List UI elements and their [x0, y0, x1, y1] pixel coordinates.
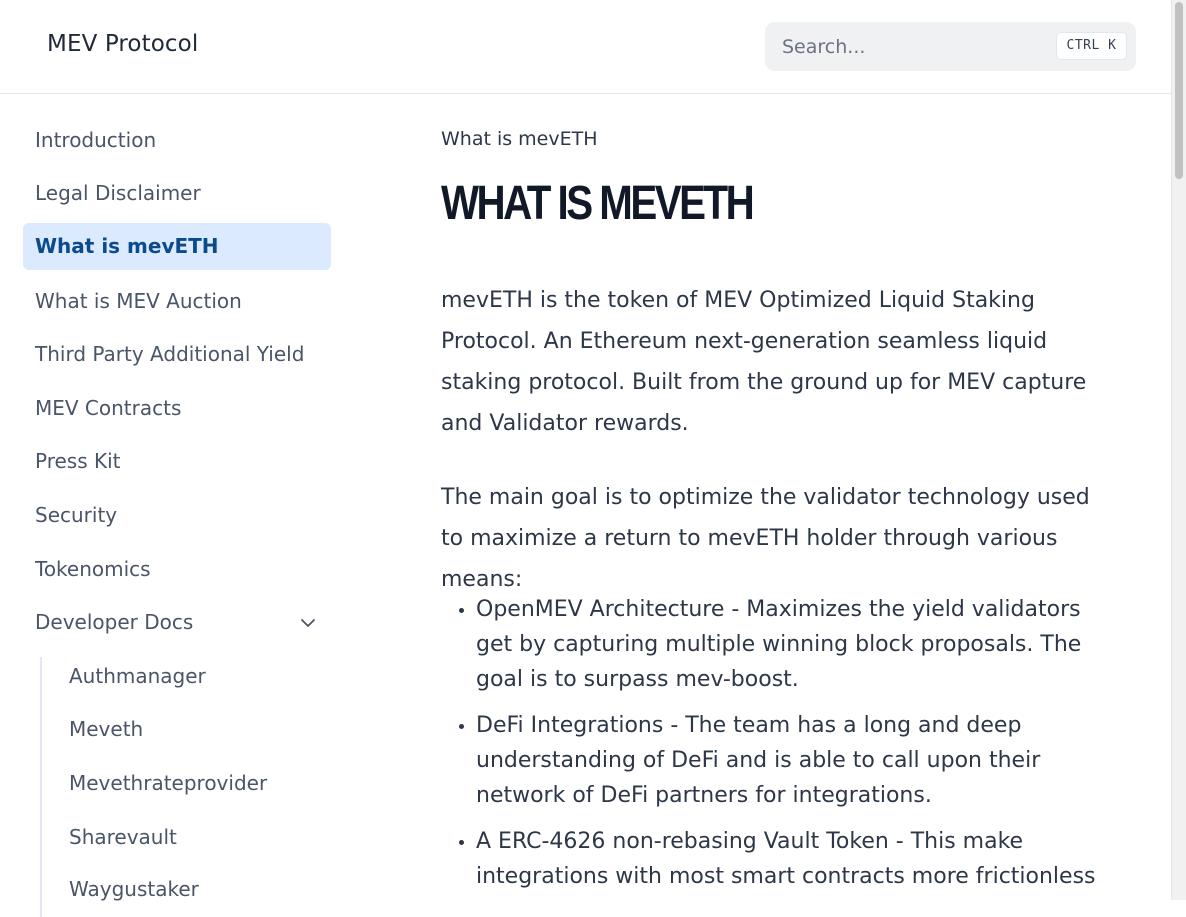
- main-content: What is mevETH What is mevETH mevETH is …: [441, 94, 1121, 900]
- sidebar-subitem-sharevault[interactable]: Sharevault: [58, 814, 331, 861]
- list-item: A ERC-4626 non-rebasing Vault Token - Th…: [476, 824, 1108, 894]
- top-header: MEV Protocol CTRL K: [0, 0, 1171, 94]
- sidebar-item-mev-contracts[interactable]: MEV Contracts: [23, 385, 331, 432]
- sidebar-item-third-party-additional-yield[interactable]: Third Party Additional Yield: [23, 331, 331, 378]
- search-box[interactable]: CTRL K: [765, 22, 1136, 71]
- site-brand[interactable]: MEV Protocol: [47, 31, 198, 57]
- sidebar-subitem-meveth[interactable]: Meveth: [58, 706, 331, 753]
- sidebar-item-what-is-mev-auction[interactable]: What is MEV Auction: [23, 278, 331, 325]
- scrollbar-thumb[interactable]: [1175, 2, 1183, 179]
- sidebar-subitem-waygustaker[interactable]: Waygustaker: [58, 866, 331, 913]
- sidebar-item-what-is-meveth[interactable]: What is mevETH: [23, 223, 331, 270]
- sidebar-item-security[interactable]: Security: [23, 492, 331, 539]
- sidebar-nav: Introduction Legal Disclaimer What is me…: [0, 94, 345, 917]
- sidebar-item-introduction[interactable]: Introduction: [23, 117, 331, 164]
- search-shortcut-badge: CTRL K: [1056, 32, 1127, 60]
- sidebar-subitem-authmanager[interactable]: Authmanager: [58, 653, 331, 700]
- list-item: OpenMEV Architecture - Maximizes the yie…: [476, 592, 1108, 697]
- subnav-divider: [40, 657, 42, 917]
- list-item: DeFi Integrations - The team has a long …: [476, 708, 1108, 813]
- chevron-down-icon[interactable]: [299, 614, 317, 632]
- sidebar-item-tokenomics[interactable]: Tokenomics: [23, 546, 331, 593]
- sidebar-subitem-mevethrateprovider[interactable]: Mevethrateprovider: [58, 760, 331, 807]
- breadcrumb: What is mevETH: [441, 128, 598, 150]
- sidebar-item-label: Developer Docs: [35, 610, 194, 634]
- feature-list: OpenMEV Architecture - Maximizes the yie…: [441, 592, 1108, 905]
- sidebar-item-developer-docs[interactable]: Developer Docs: [23, 599, 331, 646]
- page-title: What is mevETH: [441, 177, 755, 230]
- sidebar-item-press-kit[interactable]: Press Kit: [23, 438, 331, 485]
- page-scrollbar[interactable]: [1171, 0, 1186, 900]
- sidebar-item-legal-disclaimer[interactable]: Legal Disclaimer: [23, 170, 331, 217]
- search-input[interactable]: [782, 34, 1042, 60]
- intro-paragraph: mevETH is the token of MEV Optimized Liq…: [441, 288, 1087, 436]
- goal-paragraph: The main goal is to optimize the validat…: [441, 485, 1090, 592]
